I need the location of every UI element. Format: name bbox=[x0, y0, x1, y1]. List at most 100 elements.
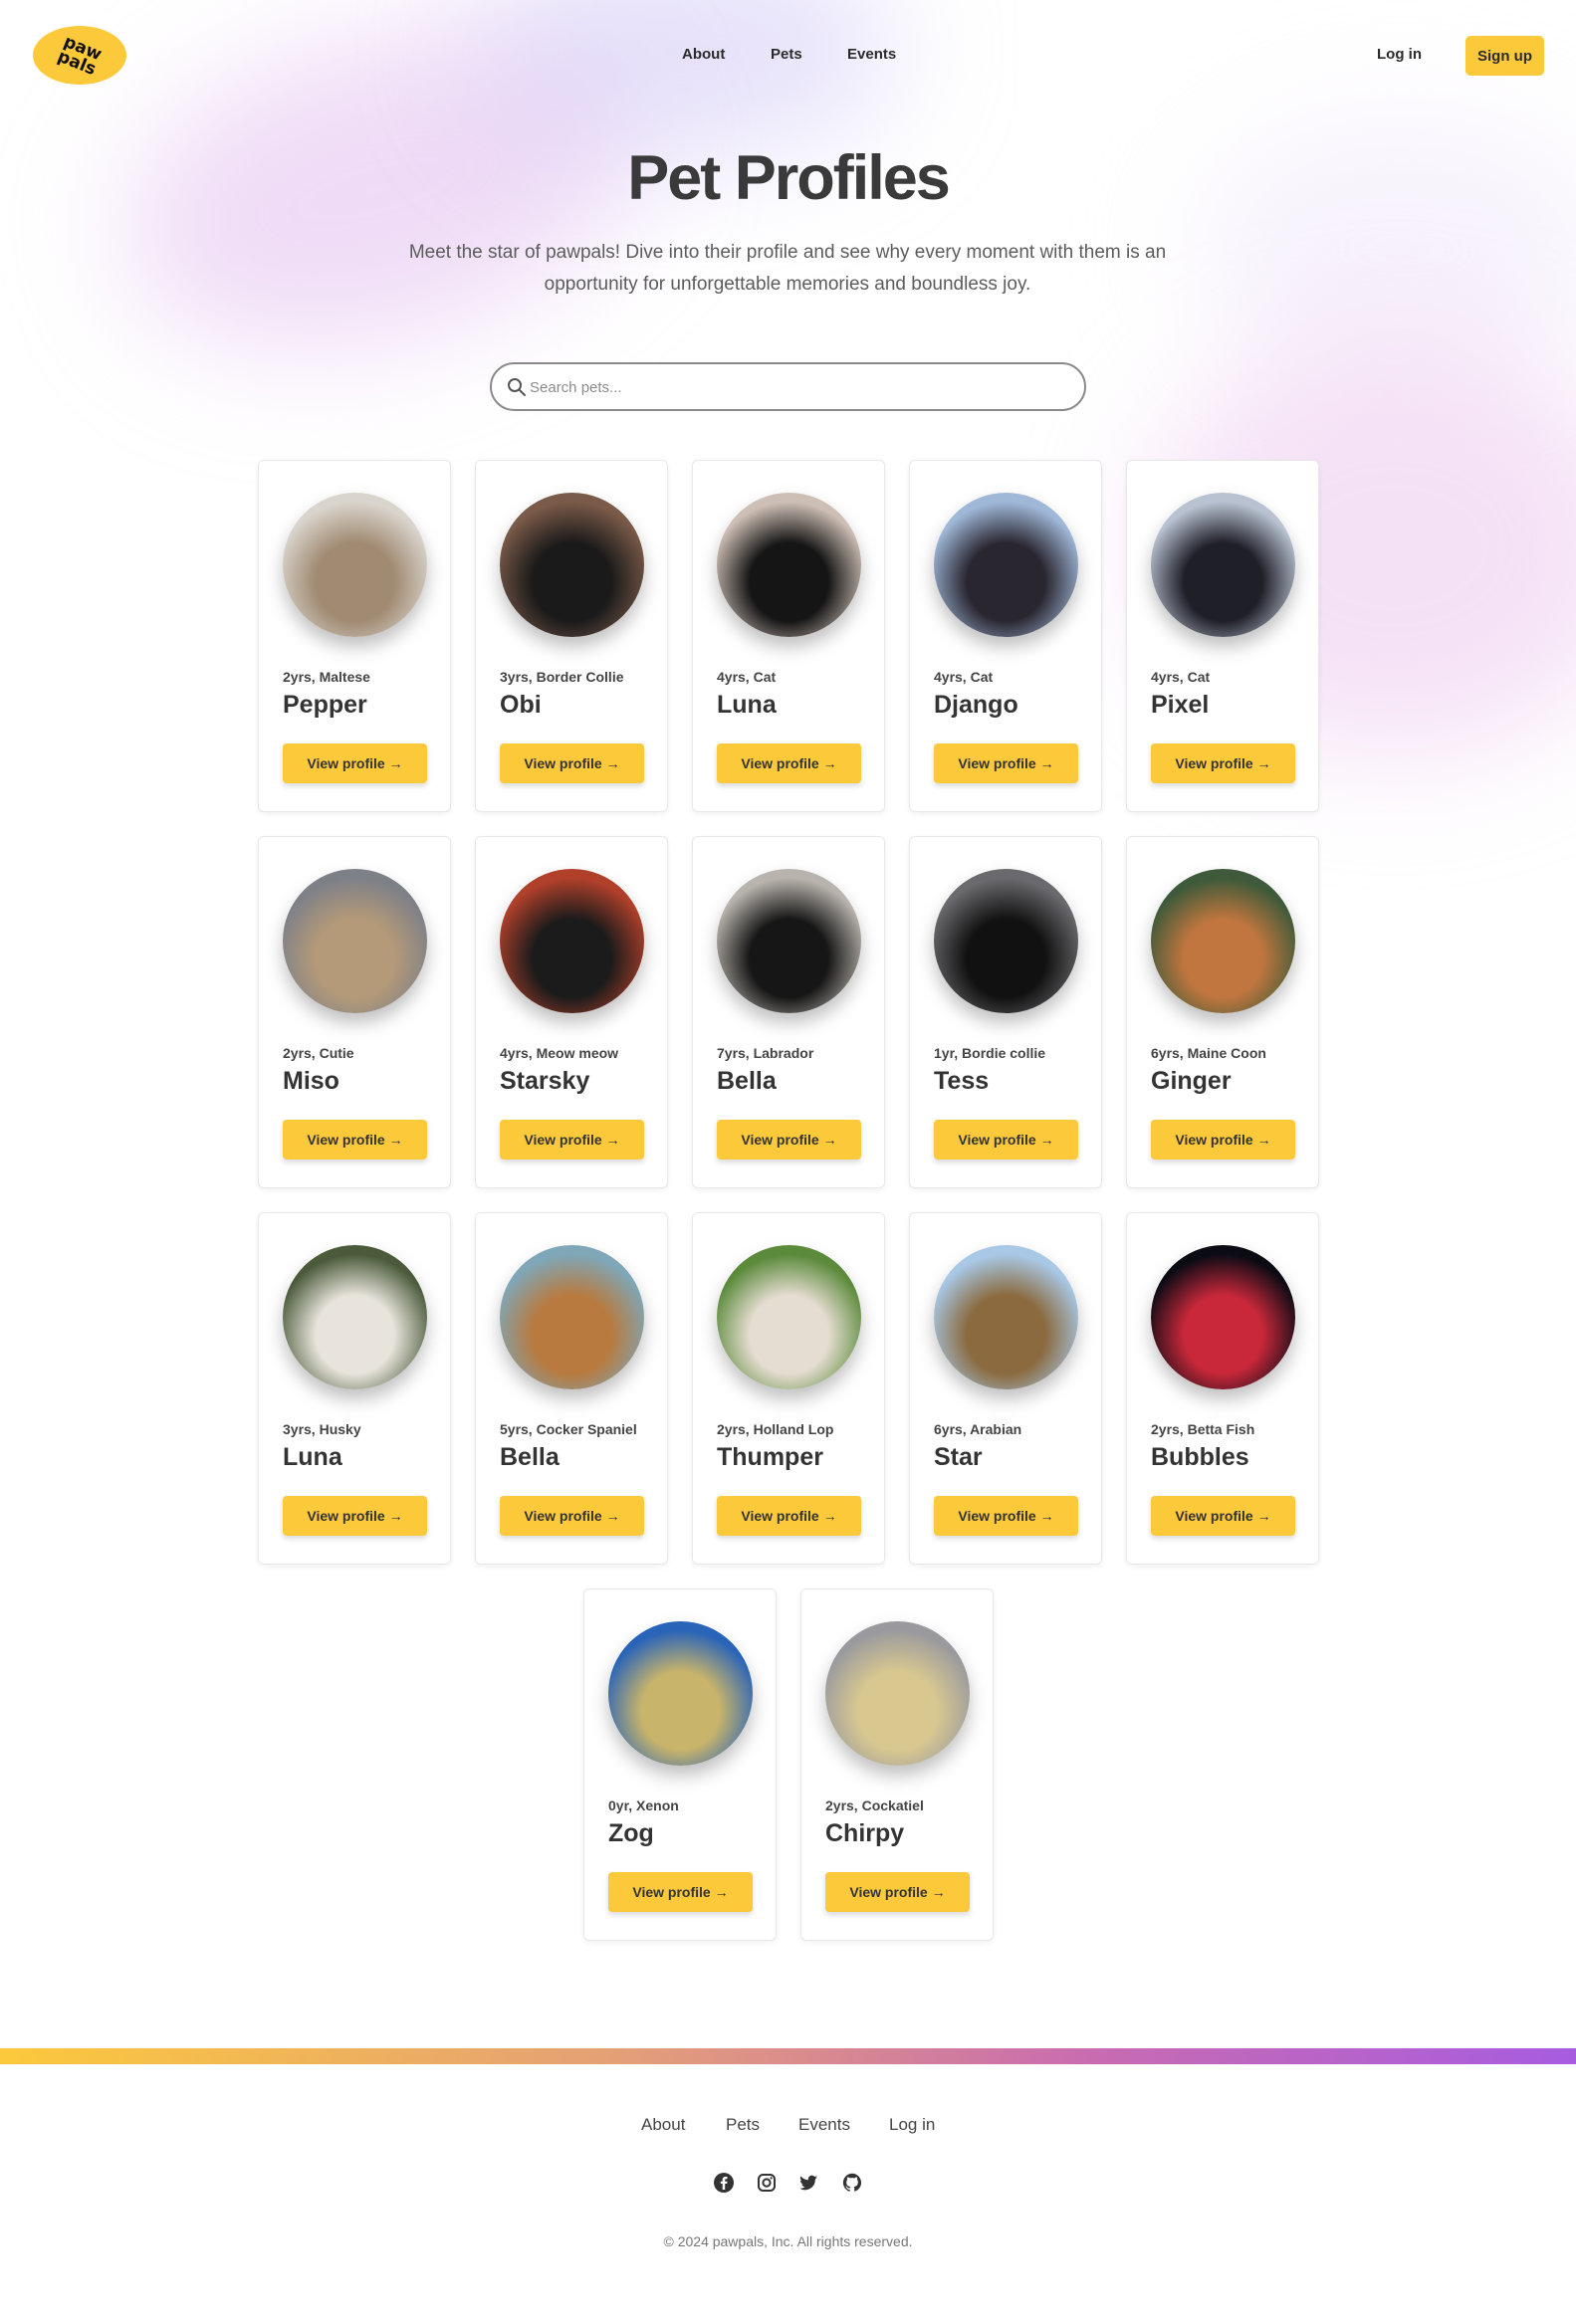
pet-meta: 3yrs, Husky bbox=[283, 1421, 361, 1437]
nav-events[interactable]: Events bbox=[847, 46, 896, 63]
pet-photo bbox=[283, 493, 427, 637]
footer-link-events[interactable]: Events bbox=[798, 2115, 850, 2135]
copyright: © 2024 pawpals, Inc. All rights reserved… bbox=[663, 2233, 913, 2249]
github-icon[interactable] bbox=[841, 2172, 863, 2194]
twitter-icon[interactable] bbox=[797, 2172, 819, 2194]
footer-link-about[interactable]: About bbox=[641, 2115, 685, 2135]
pet-name: Bella bbox=[717, 1067, 777, 1095]
footer-link-pets[interactable]: Pets bbox=[726, 2115, 760, 2135]
pet-card: 2yrs, Holland Lop Thumper View profile → bbox=[692, 1212, 885, 1565]
pet-meta: 1yr, Bordie collie bbox=[934, 1045, 1046, 1061]
pet-meta: 2yrs, Cockatiel bbox=[825, 1797, 924, 1813]
pet-card: 4yrs, Meow meow Starsky View profile → bbox=[475, 836, 668, 1188]
pet-name: Miso bbox=[283, 1067, 339, 1095]
pet-meta: 0yr, Xenon bbox=[608, 1797, 679, 1813]
view-profile-button[interactable]: View profile → bbox=[1151, 1120, 1295, 1160]
view-profile-button[interactable]: View profile → bbox=[934, 743, 1078, 783]
pet-meta: 4yrs, Meow meow bbox=[500, 1045, 619, 1061]
pet-card: 1yr, Bordie collie Tess View profile → bbox=[909, 836, 1102, 1188]
pet-card: 2yrs, Cockatiel Chirpy View profile → bbox=[800, 1588, 994, 1941]
pet-photo bbox=[283, 869, 427, 1013]
footer-link-login[interactable]: Log in bbox=[889, 2115, 935, 2135]
pet-meta: 7yrs, Labrador bbox=[717, 1045, 814, 1061]
pet-meta: 5yrs, Cocker Spaniel bbox=[500, 1421, 637, 1437]
view-profile-button[interactable]: View profile → bbox=[283, 1120, 427, 1160]
view-profile-button[interactable]: View profile → bbox=[825, 1872, 970, 1912]
view-profile-button[interactable]: View profile → bbox=[934, 1120, 1078, 1160]
view-profile-button[interactable]: View profile → bbox=[1151, 743, 1295, 783]
pet-card: 4yrs, Cat Pixel View profile → bbox=[1126, 460, 1319, 812]
nav-pets[interactable]: Pets bbox=[771, 46, 802, 63]
pet-card: 2yrs, Maltese Pepper View profile → bbox=[258, 460, 451, 812]
pet-photo bbox=[283, 1245, 427, 1389]
pet-name: Bella bbox=[500, 1443, 560, 1471]
pet-name: Thumper bbox=[717, 1443, 823, 1471]
pet-photo bbox=[934, 869, 1078, 1013]
pet-photo bbox=[825, 1621, 970, 1766]
login-link[interactable]: Log in bbox=[1377, 46, 1422, 63]
view-profile-button[interactable]: View profile → bbox=[283, 743, 427, 783]
page-subtitle: Meet the star of pawpals! Dive into thei… bbox=[408, 242, 1167, 295]
pet-card: 6yrs, Arabian Star View profile → bbox=[909, 1212, 1102, 1565]
pet-card: 3yrs, Husky Luna View profile → bbox=[258, 1212, 451, 1565]
pet-name: Pixel bbox=[1151, 691, 1210, 719]
pet-photo bbox=[500, 493, 644, 637]
pet-photo bbox=[1151, 1245, 1295, 1389]
pet-name: Luna bbox=[283, 1443, 342, 1471]
view-profile-button[interactable]: View profile → bbox=[717, 1120, 861, 1160]
signup-button[interactable]: Sign up bbox=[1465, 36, 1544, 76]
pet-photo bbox=[717, 1245, 861, 1389]
pet-meta: 2yrs, Maltese bbox=[283, 669, 370, 685]
pet-card: 4yrs, Cat Django View profile → bbox=[909, 460, 1102, 812]
pet-photo bbox=[1151, 493, 1295, 637]
pet-name: Bubbles bbox=[1151, 1443, 1249, 1471]
pet-meta: 4yrs, Cat bbox=[934, 669, 994, 685]
pet-meta: 4yrs, Cat bbox=[1151, 669, 1211, 685]
pet-photo bbox=[934, 493, 1078, 637]
pet-name: Ginger bbox=[1151, 1067, 1232, 1095]
pet-meta: 4yrs, Cat bbox=[717, 669, 777, 685]
nav-about[interactable]: About bbox=[682, 46, 725, 63]
view-profile-button[interactable]: View profile → bbox=[283, 1496, 427, 1536]
view-profile-button[interactable]: View profile → bbox=[500, 1120, 644, 1160]
pet-photo bbox=[608, 1621, 753, 1766]
pet-card: 4yrs, Cat Luna View profile → bbox=[692, 460, 885, 812]
view-profile-button[interactable]: View profile → bbox=[500, 1496, 644, 1536]
pet-card: 2yrs, Cutie Miso View profile → bbox=[258, 836, 451, 1188]
pet-photo bbox=[934, 1245, 1078, 1389]
view-profile-button[interactable]: View profile → bbox=[934, 1496, 1078, 1536]
pet-card: 3yrs, Border Collie Obi View profile → bbox=[475, 460, 668, 812]
search-input[interactable] bbox=[530, 374, 1067, 400]
pet-card: 6yrs, Maine Coon Ginger View profile → bbox=[1126, 836, 1319, 1188]
pet-meta: 2yrs, Betta Fish bbox=[1151, 1421, 1255, 1437]
pet-meta: 6yrs, Maine Coon bbox=[1151, 1045, 1266, 1061]
pet-name: Tess bbox=[934, 1067, 990, 1095]
facebook-icon[interactable] bbox=[713, 2172, 735, 2194]
pet-name: Obi bbox=[500, 691, 542, 719]
site-header: paw pals About Pets Events Log in Sign u… bbox=[0, 0, 1576, 111]
pet-name: Pepper bbox=[283, 691, 367, 719]
pet-card: 7yrs, Labrador Bella View profile → bbox=[692, 836, 885, 1188]
pet-meta: 3yrs, Border Collie bbox=[500, 669, 624, 685]
footer-gradient-bar bbox=[0, 2048, 1576, 2064]
pet-name: Star bbox=[934, 1443, 983, 1471]
view-profile-button[interactable]: View profile → bbox=[500, 743, 644, 783]
pet-photo bbox=[717, 493, 861, 637]
view-profile-button[interactable]: View profile → bbox=[1151, 1496, 1295, 1536]
main-nav: About Pets Events bbox=[0, 46, 1576, 68]
pet-photo bbox=[1151, 869, 1295, 1013]
pet-photo bbox=[500, 1245, 644, 1389]
pet-card: 0yr, Xenon Zog View profile → bbox=[583, 1588, 777, 1941]
view-profile-button[interactable]: View profile → bbox=[717, 1496, 861, 1536]
pet-card: 5yrs, Cocker Spaniel Bella View profile → bbox=[475, 1212, 668, 1565]
page-title: Pet Profiles bbox=[627, 143, 951, 213]
view-profile-button[interactable]: View profile → bbox=[608, 1872, 753, 1912]
pet-name: Chirpy bbox=[825, 1819, 905, 1847]
view-profile-button[interactable]: View profile → bbox=[717, 743, 861, 783]
pet-photo bbox=[717, 869, 861, 1013]
pet-meta: 6yrs, Arabian bbox=[934, 1421, 1022, 1437]
instagram-icon[interactable] bbox=[756, 2172, 778, 2194]
pet-name: Django bbox=[934, 691, 1018, 719]
search-icon bbox=[508, 378, 526, 396]
pet-photo bbox=[500, 869, 644, 1013]
